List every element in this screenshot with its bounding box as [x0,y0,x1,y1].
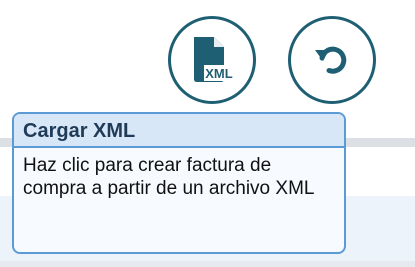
app-viewport: XML Cargar XML Haz clic para crear factu… [0,0,415,267]
file-xml-icon: XML [194,37,234,82]
reset-button[interactable] [288,16,376,104]
xml-icon-label: XML [205,66,233,81]
background-panel-divider [0,261,415,267]
tooltip-title: Cargar XML [14,114,344,148]
undo-icon [315,46,347,74]
upload-xml-tooltip: Cargar XML Haz clic para crear factura d… [12,112,346,254]
tooltip-body: Haz clic para crear factura de compra a … [23,155,315,199]
upload-xml-button[interactable]: XML [168,16,256,104]
